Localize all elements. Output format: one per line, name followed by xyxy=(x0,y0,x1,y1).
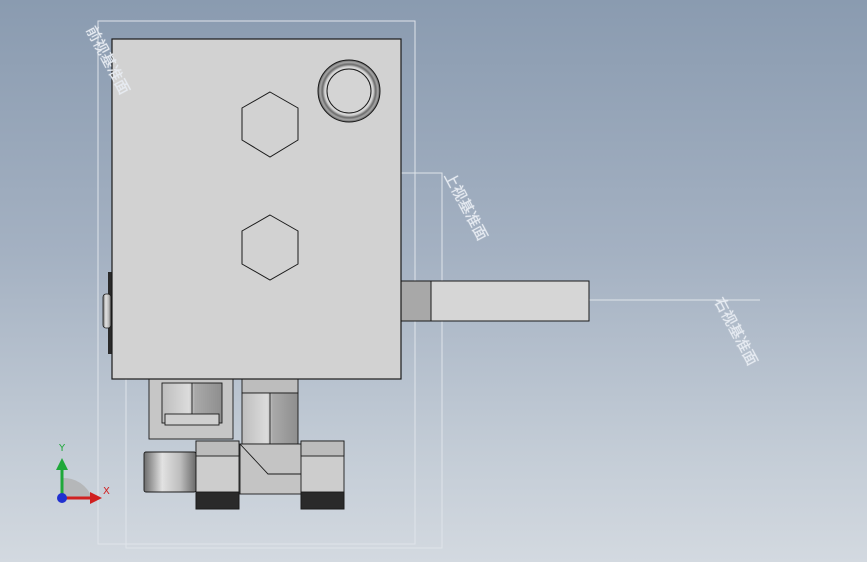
elbow-body xyxy=(239,443,303,495)
triad-rotation-arc xyxy=(62,477,92,498)
lower-fittings[interactable] xyxy=(143,378,345,510)
z-axis-icon xyxy=(57,493,67,503)
y-axis-arrow-icon xyxy=(56,458,68,470)
lower-left-collar xyxy=(143,451,197,493)
axis-triad xyxy=(56,458,102,504)
elbow-upper-nut xyxy=(241,378,299,394)
triad-x-label: X xyxy=(103,486,110,497)
o-ring-port-icon[interactable] xyxy=(317,59,381,123)
triad-y-label: Y xyxy=(59,443,66,454)
x-axis-arrow-icon xyxy=(90,492,102,504)
graphics-viewport[interactable]: 前视基准面 上视基准面 右视基准面 Y X xyxy=(0,0,867,562)
rod[interactable] xyxy=(400,280,590,322)
